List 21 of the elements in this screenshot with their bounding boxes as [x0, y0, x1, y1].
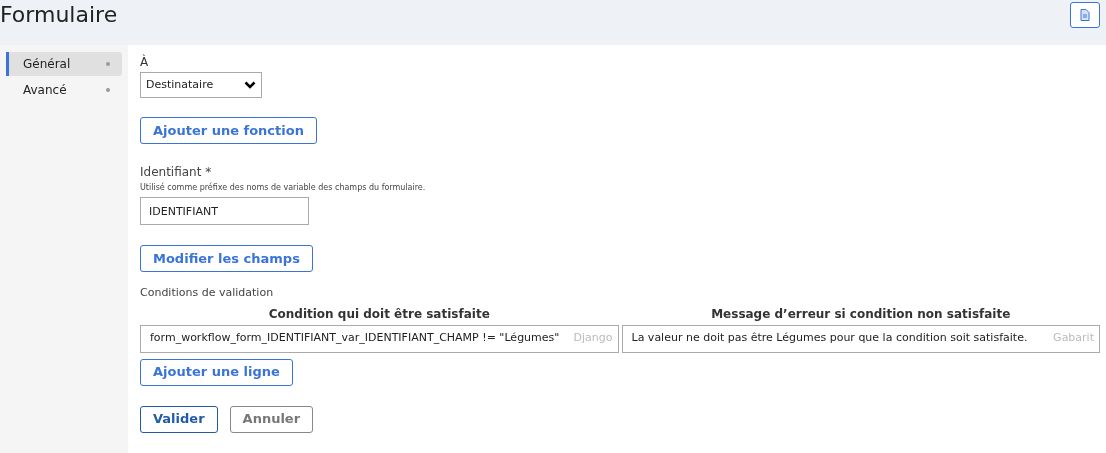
submit-button[interactable]: Valider: [140, 405, 218, 433]
chevron-down-icon: [244, 81, 256, 89]
recipient-select[interactable]: Destinataire: [140, 72, 262, 98]
column-header: Message d’erreur si condition non satisfaite: [710, 305, 1012, 323]
cancel-button[interactable]: Annuler: [229, 405, 314, 433]
sidebar-item[interactable]: Général: [6, 52, 122, 76]
sidebar-item[interactable]: Avancé: [6, 78, 122, 102]
field-label: À: [140, 53, 150, 71]
condition-field[interactable]: form_workflow_form_IDENTIFIANT_var_IDENTIFIANT_CHAMP != "Légumes" Django: [140, 324, 619, 353]
add-row-button[interactable]: Ajouter une ligne: [140, 358, 293, 386]
edit-fields-button[interactable]: Modifier les champs: [140, 245, 313, 272]
identifier-field[interactable]: IDENTIFIANT: [140, 197, 309, 225]
document-icon: [1080, 9, 1090, 21]
error-message-field[interactable]: La valeur ne doit pas être Légumes pour que la condition soit satisfaite. Gabarit: [621, 324, 1100, 353]
field-label: Identifiant *: [140, 164, 213, 181]
field-hint: Utilisé comme préfixe des noms de variable des champs du formulaire.: [140, 182, 427, 194]
document-button[interactable]: [1070, 2, 1100, 28]
column-header: Condition qui doit être satisfaite: [267, 305, 491, 323]
field-label: Conditions de validation: [140, 285, 275, 301]
add-function-button[interactable]: Ajouter une fonction: [140, 117, 317, 144]
page-title: Formulaire: [0, 1, 118, 29]
